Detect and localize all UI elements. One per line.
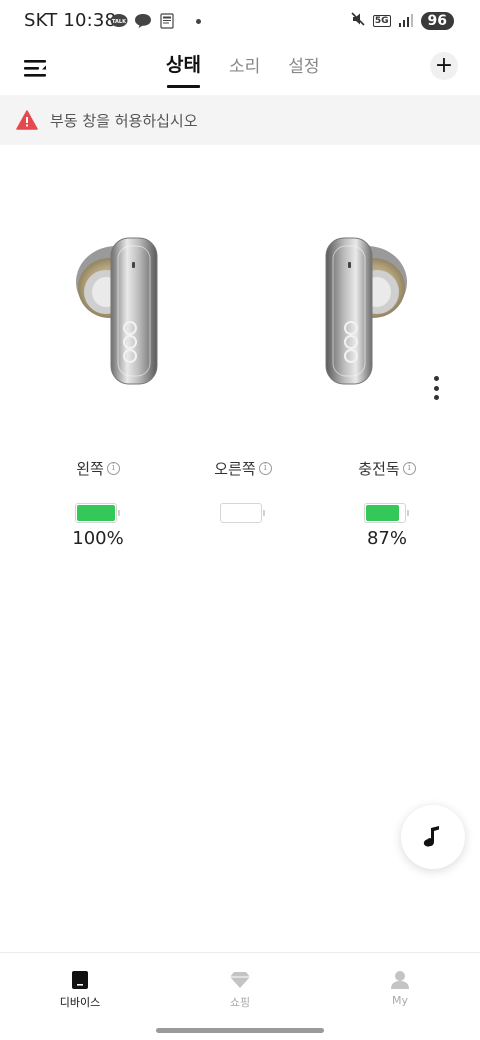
signal-icon [398,12,414,31]
tab-bar: 상태 소리 설정 [166,50,320,88]
battery-case-value: 87% [366,528,407,549]
add-device-button[interactable]: + [430,52,458,80]
battery-left-fill [77,505,115,521]
nav-shopping[interactable]: 쇼핑 [160,953,320,1012]
diamond-icon [228,969,252,991]
menu-button[interactable] [22,54,50,82]
battery-left-value: 100% [72,528,124,549]
music-note-icon [423,826,439,847]
more-dot-icon [433,395,439,400]
mute-icon [350,11,366,31]
battery-case-label: 충전독 [358,459,400,478]
menu-icon [24,60,46,77]
plus-icon: + [434,53,454,78]
battery-right-label: 오른쪽 [214,459,256,478]
nav-devices-label: 디바이스 [59,996,101,1009]
floating-window-banner[interactable]: 부동 창을 허용하십시오 [0,95,480,145]
bottom-nav: 디바이스 쇼핑 My [0,952,480,1012]
network-badge: 5G [372,15,391,27]
battery-left-gauge [75,503,121,523]
notification-icons: TALK [110,13,201,29]
more-notifications-dot [196,18,201,24]
battery-right-gauge [220,503,266,523]
battery-left: 왼쪽 i 100% [38,458,158,550]
home-indicator[interactable] [156,1028,324,1033]
warning-icon [16,110,38,130]
battery-case: 충전독 i 87% [327,458,447,550]
tab-settings[interactable]: 설정 [288,50,319,88]
info-icon[interactable]: i [258,461,272,475]
status-carrier-time: SKT 10:38 [24,10,116,31]
app-header: 상태 소리 설정 + [0,44,480,94]
nav-my[interactable]: My [320,953,480,1012]
status-bar: SKT 10:38 TALK 5G 96 [0,0,480,44]
battery-case-gauge [364,503,410,523]
news-icon [158,13,176,29]
nav-my-label: My [391,994,408,1007]
info-icon[interactable]: i [402,461,416,475]
info-icon[interactable]: i [106,461,120,475]
nav-shopping-label: 쇼핑 [229,996,251,1009]
more-options-button[interactable] [428,374,444,402]
tab-status[interactable]: 상태 [166,50,201,88]
talk-icon: TALK [110,13,128,29]
music-button[interactable] [401,805,465,869]
status-right: 5G 96 [350,11,454,31]
chat-bubble-icon [134,13,152,29]
svg-text:TALK: TALK [112,19,127,25]
battery-right: 오른쪽 i [183,458,303,550]
left-earbud-image [68,232,188,392]
device-icon [68,969,92,991]
nav-devices[interactable]: 디바이스 [0,953,160,1012]
status-carrier: SKT [24,10,58,31]
status-time: 10:38 [63,10,117,31]
battery-left-label: 왼쪽 [76,459,104,478]
person-icon [388,969,412,991]
battery-case-fill [366,505,399,521]
banner-text: 부동 창을 허용하십시오 [50,111,198,130]
battery-indicator: 96 [420,12,454,30]
right-earbud-image [295,232,415,392]
more-dot-icon [433,385,439,391]
tab-sound[interactable]: 소리 [229,50,260,88]
more-dot-icon [433,376,439,381]
